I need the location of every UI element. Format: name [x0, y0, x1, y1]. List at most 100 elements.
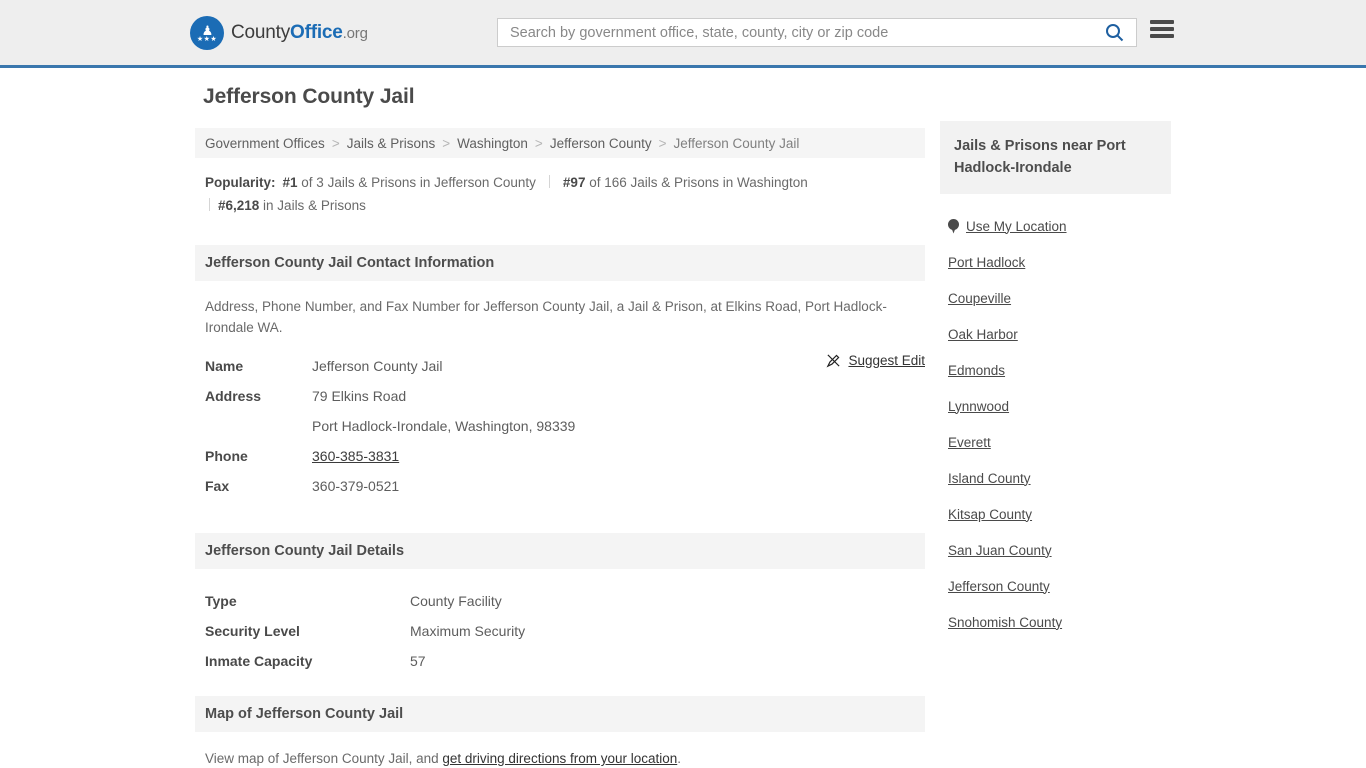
sidebar-link-label[interactable]: Island County [948, 471, 1031, 486]
search-icon [1105, 24, 1123, 42]
county-office-logo-icon: ♟ ★★★ [190, 15, 224, 50]
contact-key-name: Name [205, 358, 244, 374]
popularity-item-national: #6,218 in Jails & Prisons [218, 198, 366, 213]
suggest-edit-button[interactable]: Suggest Edit [826, 353, 925, 368]
breadcrumb-item-current: Jefferson County Jail [673, 135, 800, 151]
popularity-rank-county: #1 [282, 175, 298, 190]
sidebar: Jails & Prisons near Port Hadlock-Ironda… [940, 121, 1171, 640]
popularity-text-state: of 166 Jails & Prisons in Washington [585, 175, 808, 190]
sidebar-link-label[interactable]: Kitsap County [948, 507, 1032, 522]
popularity-divider [209, 198, 210, 211]
breadcrumb-item-washington[interactable]: Washington [457, 136, 528, 151]
search-bar [497, 18, 1137, 47]
sidebar-link-label[interactable]: Edmonds [948, 363, 1005, 378]
popularity-item-state: #97 of 166 Jails & Prisons in Washington [563, 175, 808, 190]
sidebar-link-label[interactable]: Coupeville [948, 291, 1011, 306]
contact-key-fax: Fax [205, 478, 230, 494]
popularity-text-national: in Jails & Prisons [259, 198, 366, 213]
sidebar-item-coupeville[interactable]: Coupeville [940, 280, 1171, 316]
suggest-edit-label: Suggest Edit [848, 353, 925, 368]
contact-value-name: Jefferson County Jail [312, 358, 443, 374]
contact-section-header: Jefferson County Jail Contact Informatio… [195, 245, 925, 281]
map-description: View map of Jefferson County Jail, and g… [195, 732, 925, 768]
sidebar-link-label[interactable]: Snohomish County [948, 615, 1062, 630]
details-row-inmate-capacity: Inmate Capacity 57 [205, 646, 915, 676]
sidebar-item-everett[interactable]: Everett [940, 424, 1171, 460]
logo-text: CountyOffice.org [231, 22, 368, 44]
eagle-icon: ♟ [201, 23, 214, 38]
details-value-security-level: Maximum Security [410, 623, 526, 639]
sidebar-link-label[interactable]: Jefferson County [948, 579, 1050, 594]
popularity-rank-state: #97 [562, 175, 586, 190]
details-key-security-level: Security Level [205, 623, 300, 639]
contact-key-phone: Phone [205, 448, 248, 464]
breadcrumb-separator-icon: > [442, 135, 451, 151]
sidebar-link-label[interactable]: San Juan County [948, 543, 1052, 558]
stars-icon: ★★★ [196, 36, 218, 43]
sidebar-item-snohomish-county[interactable]: Snohomish County [940, 604, 1171, 640]
details-table: Type County Facility Security Level Maxi… [195, 569, 925, 676]
sidebar-item-edmonds[interactable]: Edmonds [940, 352, 1171, 388]
contact-info-table: Suggest Edit Name Jefferson County Jail … [195, 343, 925, 501]
use-my-location-link[interactable]: Use My Location [966, 219, 1067, 234]
hamburger-bar [1150, 27, 1174, 31]
details-value-inmate-capacity: 57 [410, 653, 426, 669]
sidebar-item-jefferson-county[interactable]: Jefferson County [940, 568, 1171, 604]
contact-value-address-street: 79 Elkins Road [312, 388, 407, 404]
driving-directions-link[interactable]: get driving directions from your locatio… [442, 751, 677, 766]
contact-row-address: Address 79 Elkins Road [205, 381, 915, 411]
main-content: Jefferson County Jail Government Offices… [195, 85, 925, 768]
popularity-item-county: #1 of 3 Jails & Prisons in Jefferson Cou… [283, 175, 536, 190]
sidebar-item-kitsap-county[interactable]: Kitsap County [940, 496, 1171, 532]
sidebar-heading: Jails & Prisons near Port Hadlock-Ironda… [940, 121, 1171, 194]
edit-pencil-icon [826, 354, 840, 368]
details-row-security-level: Security Level Maximum Security [205, 616, 915, 646]
popularity-label: Popularity: [205, 175, 276, 190]
breadcrumb: Government Offices > Jails & Prisons > W… [195, 128, 925, 158]
sidebar-item-lynnwood[interactable]: Lynnwood [940, 388, 1171, 424]
sidebar-item-port-hadlock[interactable]: Port Hadlock [940, 244, 1171, 280]
breadcrumb-item-jefferson-county[interactable]: Jefferson County [550, 136, 652, 151]
logo-text-county: County [231, 21, 291, 43]
phone-link[interactable]: 360-385-3831 [312, 448, 399, 464]
search-button[interactable] [1092, 19, 1136, 46]
details-value-type: County Facility [410, 593, 502, 609]
details-key-type: Type [205, 593, 237, 609]
sidebar-item-use-my-location[interactable]: Use My Location [940, 208, 1171, 244]
contact-value-address-city: Port Hadlock-Irondale, Washington, 98339 [312, 418, 576, 434]
sidebar-link-label[interactable]: Oak Harbor [948, 327, 1018, 342]
map-desc-prefix: View map of Jefferson County Jail, and [205, 751, 443, 766]
sidebar-item-san-juan-county[interactable]: San Juan County [940, 532, 1171, 568]
search-input[interactable] [498, 19, 1092, 46]
details-section-header: Jefferson County Jail Details [195, 533, 925, 569]
sidebar-item-oak-harbor[interactable]: Oak Harbor [940, 316, 1171, 352]
popularity-bar: Popularity: #1 of 3 Jails & Prisons in Je… [195, 158, 925, 227]
popularity-text-county: of 3 Jails & Prisons in Jefferson County [297, 175, 536, 190]
contact-row-name: Name Jefferson County Jail [205, 351, 915, 381]
page-title: Jefferson County Jail [203, 85, 415, 108]
sidebar-link-label[interactable]: Lynnwood [948, 399, 1009, 414]
logo-text-office: Office [290, 21, 343, 43]
contact-row-fax: Fax 360-379-0521 [205, 471, 915, 501]
contact-row-phone: Phone 360-385-3831 [205, 441, 915, 471]
menu-button[interactable] [1150, 20, 1174, 38]
sidebar-item-island-county[interactable]: Island County [940, 460, 1171, 496]
map-pin-icon [948, 218, 959, 234]
sidebar-link-label[interactable]: Everett [948, 435, 991, 450]
breadcrumb-separator-icon: > [658, 135, 667, 151]
breadcrumb-separator-icon: > [534, 135, 543, 151]
map-section-header: Map of Jefferson County Jail [195, 696, 925, 732]
site-header: ♟ ★★★ CountyOffice.org [0, 0, 1366, 68]
breadcrumb-separator-icon: > [331, 135, 340, 151]
site-logo[interactable]: ♟ ★★★ CountyOffice.org [190, 15, 368, 50]
hamburger-bar [1150, 34, 1174, 38]
sidebar-links: Use My Location Port Hadlock Coupeville … [940, 194, 1171, 640]
breadcrumb-item-government-offices[interactable]: Government Offices [205, 136, 325, 151]
details-row-type: Type County Facility [205, 586, 915, 616]
contact-key-address: Address [205, 388, 262, 404]
breadcrumb-item-jails-prisons[interactable]: Jails & Prisons [347, 136, 436, 151]
details-key-inmate-capacity: Inmate Capacity [205, 653, 313, 669]
hamburger-bar [1150, 20, 1174, 24]
sidebar-link-label[interactable]: Port Hadlock [948, 255, 1025, 270]
map-desc-suffix: . [677, 751, 682, 766]
